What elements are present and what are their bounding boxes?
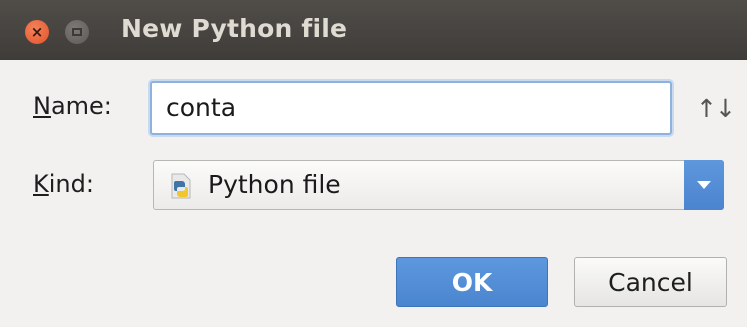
window-control-icon	[72, 28, 82, 36]
maximize-window-button[interactable]	[65, 20, 89, 44]
name-label-mnemonic: N	[33, 92, 51, 120]
close-window-button[interactable]: ×	[25, 20, 49, 44]
sort-icon[interactable]: ↑↓	[696, 94, 736, 123]
name-label-text: ame:	[50, 92, 112, 120]
kind-dropdown-button[interactable]	[684, 160, 724, 210]
kind-label-mnemonic: K	[33, 170, 49, 198]
name-label: Name:	[33, 92, 112, 120]
chevron-down-icon	[697, 181, 711, 189]
dialog-title: New Python file	[121, 14, 348, 43]
title-bar: × New Python file	[0, 0, 747, 60]
name-input[interactable]: conta	[150, 81, 672, 135]
close-icon: ×	[30, 22, 44, 41]
name-input-value: conta	[166, 93, 237, 122]
kind-label: Kind:	[33, 170, 94, 198]
ok-button[interactable]: OK	[396, 257, 548, 307]
python-file-icon	[171, 173, 191, 199]
kind-select[interactable]: Python file	[153, 160, 724, 210]
cancel-button[interactable]: Cancel	[574, 257, 727, 307]
kind-select-value: Python file	[208, 170, 341, 199]
kind-label-text: ind:	[48, 170, 94, 198]
